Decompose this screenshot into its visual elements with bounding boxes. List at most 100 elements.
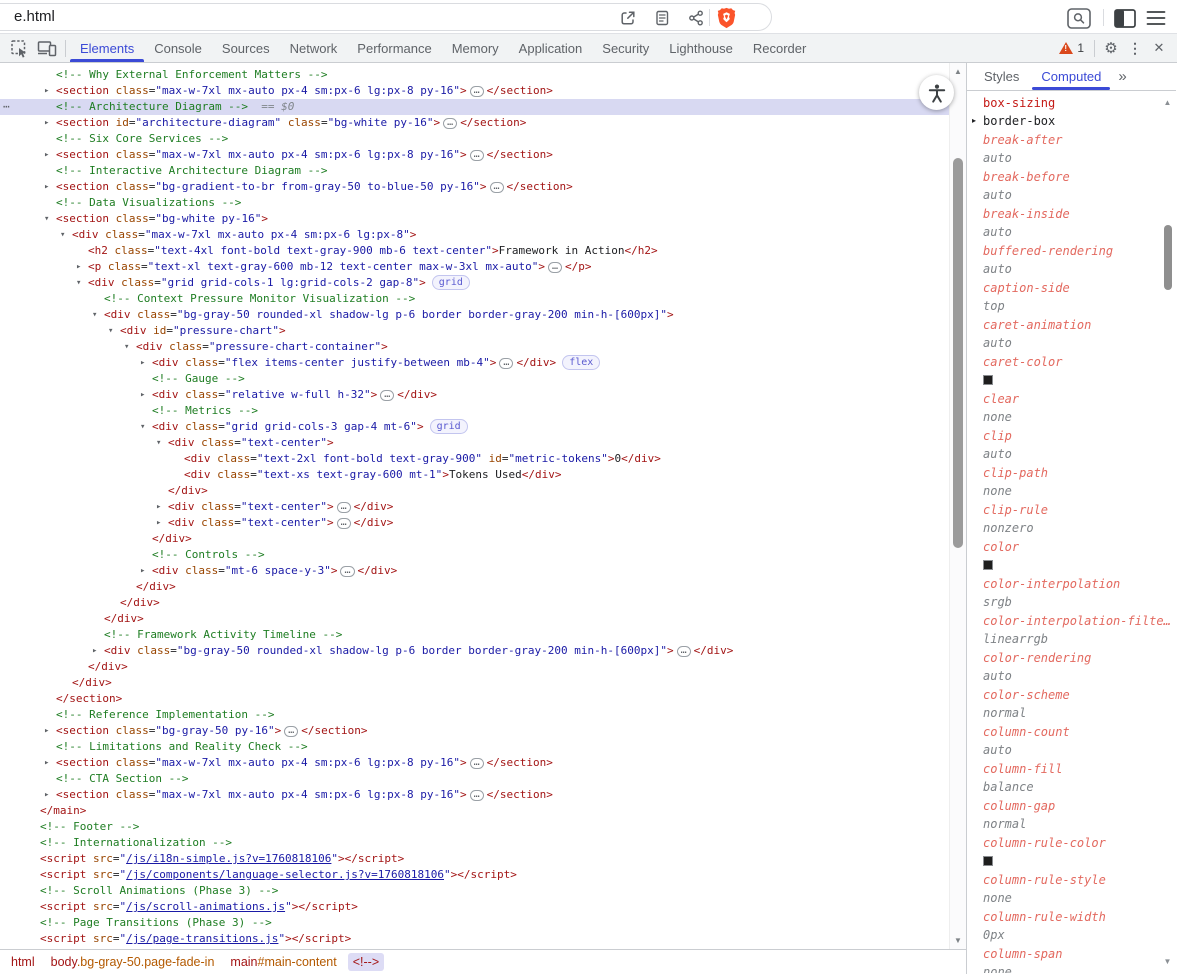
scroll-up-icon[interactable]: ▲ <box>1161 98 1174 107</box>
expand-inline-button[interactable]: … <box>337 502 351 513</box>
tab-memory[interactable]: Memory <box>442 34 509 62</box>
expand-inline-button[interactable]: … <box>380 390 394 401</box>
computed-property-row[interactable]: break-insideauto <box>967 205 1176 242</box>
expand-arrow-icon[interactable]: ▸ <box>44 83 49 99</box>
computed-property-row[interactable]: column-rule-color <box>967 834 1176 871</box>
tab-recorder[interactable]: Recorder <box>743 34 816 62</box>
code-line[interactable]: <!-- Controls --> <box>0 547 949 563</box>
code-line[interactable]: ▸<section class="bg-gradient-to-br from-… <box>0 179 949 195</box>
computed-property-row[interactable]: caption-sidetop <box>967 279 1176 316</box>
expand-arrow-icon[interactable]: ▸ <box>44 755 49 771</box>
code-line[interactable]: ▾<div id="pressure-chart"> <box>0 323 949 339</box>
inspect-element-icon[interactable] <box>5 35 33 61</box>
code-line[interactable]: ▸<section class="max-w-7xl mx-auto px-4 … <box>0 755 949 771</box>
code-line[interactable]: ▾<div class="grid grid-cols-1 lg:grid-co… <box>0 275 949 291</box>
computed-property-row[interactable]: column-gapnormal <box>967 797 1176 834</box>
code-line[interactable]: <!-- Footer --> <box>0 819 949 835</box>
layout-badge-grid[interactable]: grid <box>430 419 468 434</box>
computed-property-row[interactable]: color-schemenormal <box>967 686 1176 723</box>
overflow-dots-icon[interactable]: ⋯ <box>3 99 9 115</box>
code-line[interactable]: ▸<p class="text-xl text-gray-600 mb-12 t… <box>0 259 949 275</box>
code-line[interactable]: <script src="/js/components/language-sel… <box>0 867 949 883</box>
code-line[interactable]: </div> <box>0 483 949 499</box>
computed-property-row[interactable]: clip-pathnone <box>967 464 1176 501</box>
expand-inline-button[interactable]: … <box>470 150 484 161</box>
code-line[interactable]: </div> <box>0 675 949 691</box>
menu-icon[interactable] <box>1144 6 1168 30</box>
expand-inline-button[interactable]: … <box>470 758 484 769</box>
tab-application[interactable]: Application <box>509 34 593 62</box>
code-line[interactable]: <!-- Scroll Animations (Phase 3) --> <box>0 883 949 899</box>
code-line[interactable]: <script src="/js/i18n-simple.js?v=176081… <box>0 851 949 867</box>
computed-property-row[interactable]: clip-rulenonzero <box>967 501 1176 538</box>
code-line[interactable]: </div> <box>0 579 949 595</box>
expand-arrow-icon[interactable]: ▸ <box>92 643 97 659</box>
code-line[interactable]: ▸<div class="bg-gray-50 rounded-xl shado… <box>0 643 949 659</box>
expand-inline-button[interactable]: … <box>470 86 484 97</box>
code-line[interactable]: </div> <box>0 611 949 627</box>
code-line[interactable]: </main> <box>0 803 949 819</box>
expand-arrow-icon[interactable]: ▸ <box>76 259 81 275</box>
page-title[interactable]: e.html <box>14 8 55 25</box>
computed-property-row[interactable]: box-sizing▸border-box <box>967 94 1176 131</box>
computed-property-row[interactable]: buffered-renderingauto <box>967 242 1176 279</box>
tab-network[interactable]: Network <box>280 34 348 62</box>
expand-arrow-icon[interactable]: ▸ <box>44 723 49 739</box>
expand-arrow-icon[interactable]: ▸ <box>44 787 49 803</box>
tab-performance[interactable]: Performance <box>347 34 441 62</box>
code-line[interactable]: <!-- Why External Enforcement Matters --… <box>0 67 949 83</box>
code-line[interactable]: <!-- Gauge --> <box>0 371 949 387</box>
sidebar-scrollbar[interactable]: ▲ ▼ <box>1161 92 1175 974</box>
tab-console[interactable]: Console <box>144 34 212 62</box>
expand-arrow-icon[interactable]: ▸ <box>44 115 49 131</box>
breadcrumb-item[interactable]: main#main-content <box>225 953 341 971</box>
tab-lighthouse[interactable]: Lighthouse <box>659 34 743 62</box>
tab-elements[interactable]: Elements <box>70 34 144 62</box>
code-line[interactable]: ▸<section class="max-w-7xl mx-auto px-4 … <box>0 147 949 163</box>
code-line[interactable]: ▸<section class="max-w-7xl mx-auto px-4 … <box>0 787 949 803</box>
settings-gear-icon[interactable]: ⚙ <box>1099 36 1123 60</box>
computed-property-row[interactable]: clearnone <box>967 390 1176 427</box>
sidebar-tab-styles[interactable]: Styles <box>973 63 1030 90</box>
tab-security[interactable]: Security <box>592 34 659 62</box>
breadcrumb-item[interactable]: body.bg-gray-50.page-fade-in <box>46 953 220 971</box>
code-line[interactable]: </div> <box>0 531 949 547</box>
scrollbar-thumb[interactable] <box>1164 225 1172 290</box>
code-line[interactable]: <!-- CTA Section --> <box>0 771 949 787</box>
collapse-arrow-icon[interactable]: ▾ <box>92 307 97 323</box>
expand-arrow-icon[interactable]: ▸ <box>44 147 49 163</box>
expand-arrow-icon[interactable]: ▸ <box>972 116 976 125</box>
code-line[interactable]: ▸<section id="architecture-diagram" clas… <box>0 115 949 131</box>
code-line[interactable]: ▸<div class="flex items-center justify-b… <box>0 355 949 371</box>
computed-property-row[interactable]: column-rule-width0px <box>967 908 1176 945</box>
layout-badge-grid[interactable]: grid <box>432 275 470 290</box>
scroll-down-icon[interactable]: ▼ <box>950 936 966 945</box>
computed-property-row[interactable]: break-afterauto <box>967 131 1176 168</box>
collapse-arrow-icon[interactable]: ▾ <box>124 339 129 355</box>
collapse-arrow-icon[interactable]: ▾ <box>44 211 49 227</box>
expand-inline-button[interactable]: … <box>284 726 298 737</box>
scroll-up-icon[interactable]: ▲ <box>950 67 966 76</box>
find-in-page-icon[interactable] <box>1067 6 1091 30</box>
scroll-down-icon[interactable]: ▼ <box>1161 957 1174 966</box>
tab-sources[interactable]: Sources <box>212 34 280 62</box>
computed-property-row[interactable]: caret-animationauto <box>967 316 1176 353</box>
computed-property-row[interactable]: column-fillbalance <box>967 760 1176 797</box>
code-line[interactable]: <!-- Internationalization --> <box>0 835 949 851</box>
code-line[interactable]: ▾<div class="max-w-7xl mx-auto px-4 sm:p… <box>0 227 949 243</box>
reader-mode-icon[interactable] <box>650 6 674 30</box>
computed-property-row[interactable]: color <box>967 538 1176 575</box>
expand-inline-button[interactable]: … <box>470 790 484 801</box>
code-line[interactable]: ▾<div class="pressure-chart-container"> <box>0 339 949 355</box>
code-line[interactable]: <!-- Six Core Services --> <box>0 131 949 147</box>
brave-shield-icon[interactable] <box>714 6 738 30</box>
scrollbar-thumb[interactable] <box>953 158 963 548</box>
collapse-arrow-icon[interactable]: ▾ <box>60 227 65 243</box>
computed-property-row[interactable]: column-spannone <box>967 945 1176 973</box>
computed-property-row[interactable]: break-beforeauto <box>967 168 1176 205</box>
code-line[interactable]: ▾<div class="grid grid-cols-3 gap-4 mt-6… <box>0 419 949 435</box>
code-line[interactable]: <h2 class="text-4xl font-bold text-gray-… <box>0 243 949 259</box>
expand-arrow-icon[interactable]: ▸ <box>140 563 145 579</box>
code-line[interactable]: <!-- Metrics --> <box>0 403 949 419</box>
expand-arrow-icon[interactable]: ▸ <box>156 499 161 515</box>
